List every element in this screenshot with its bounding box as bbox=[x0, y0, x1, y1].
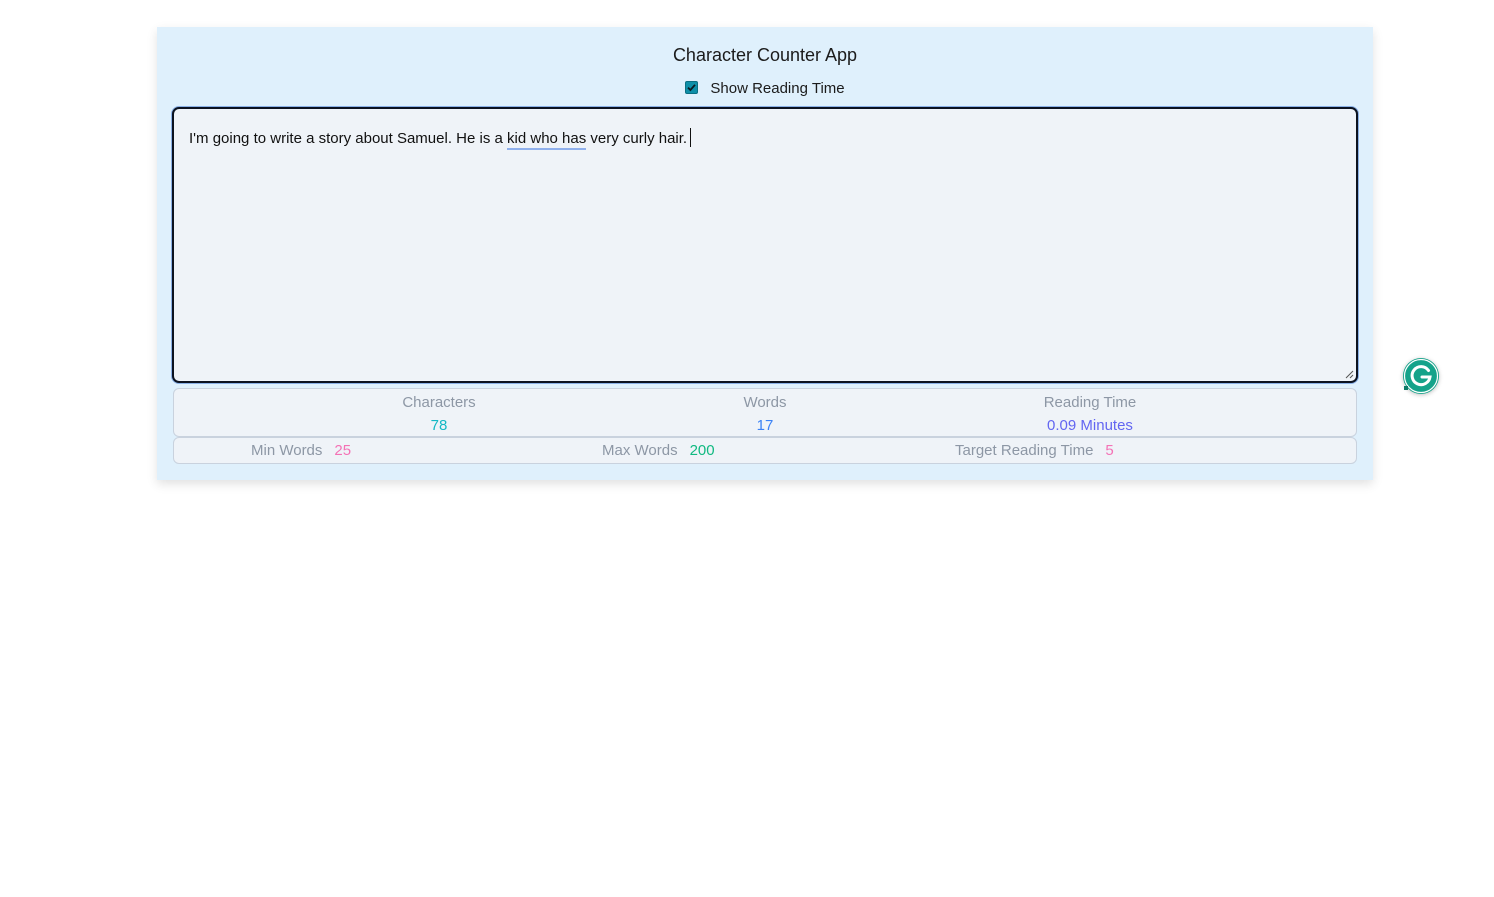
limit-min-words-value: 25 bbox=[334, 442, 352, 459]
limits-panel: Min Words 25 Max Words 200 Target Reading … bbox=[173, 437, 1357, 464]
limit-target-reading-time-label: Target Reading Time bbox=[955, 442, 1094, 459]
reading-time-toggle-label: Show Reading Time bbox=[710, 80, 845, 97]
text-input-area[interactable]: I'm going to write a story about Samuel.… bbox=[172, 107, 1358, 383]
text-input-content[interactable]: I'm going to write a story about Samuel.… bbox=[189, 128, 692, 150]
stats-panel: Characters 78 Words 17 Reading Time 0.09… bbox=[173, 388, 1357, 437]
reading-time-toggle[interactable]: Show Reading Time bbox=[157, 80, 1373, 97]
app-card: Character Counter App Show Reading Time … bbox=[157, 27, 1373, 480]
stat-words: Words 17 bbox=[665, 389, 865, 434]
limit-max-words-value: 200 bbox=[689, 442, 715, 459]
resize-grip-icon[interactable] bbox=[1345, 370, 1354, 379]
text-caret bbox=[690, 128, 692, 147]
limit-max-words-label: Max Words bbox=[602, 442, 678, 459]
stat-words-label: Words bbox=[743, 394, 787, 411]
stat-characters-label: Characters bbox=[402, 394, 476, 411]
limit-target-reading-time-value: 5 bbox=[1105, 442, 1114, 459]
stat-words-value: 17 bbox=[756, 417, 774, 434]
app-title: Character Counter App bbox=[672, 45, 858, 65]
limit-min-words: Min Words 25 bbox=[251, 442, 351, 459]
grammarly-button[interactable] bbox=[1403, 358, 1439, 394]
text-segment: I'm going to write a story about Samuel.… bbox=[189, 130, 508, 147]
stat-reading-time-value: 0.09 Minutes bbox=[1047, 417, 1133, 434]
limit-min-words-label: Min Words bbox=[251, 442, 323, 459]
reading-time-checkbox[interactable] bbox=[685, 81, 699, 94]
limit-target-reading-time: Target Reading Time 5 bbox=[955, 442, 1114, 459]
stat-characters-value: 78 bbox=[430, 417, 448, 434]
limit-max-words: Max Words 200 bbox=[602, 442, 715, 459]
grammar-flagged-text[interactable]: kid who has bbox=[507, 130, 587, 150]
text-segment: very curly hair. bbox=[586, 130, 688, 147]
stat-reading-time-label: Reading Time bbox=[1043, 394, 1137, 411]
grammarly-g-icon bbox=[1403, 358, 1439, 394]
stat-characters: Characters 78 bbox=[339, 389, 539, 434]
check-icon bbox=[687, 84, 697, 92]
stat-reading-time: Reading Time 0.09 Minutes bbox=[990, 389, 1190, 434]
